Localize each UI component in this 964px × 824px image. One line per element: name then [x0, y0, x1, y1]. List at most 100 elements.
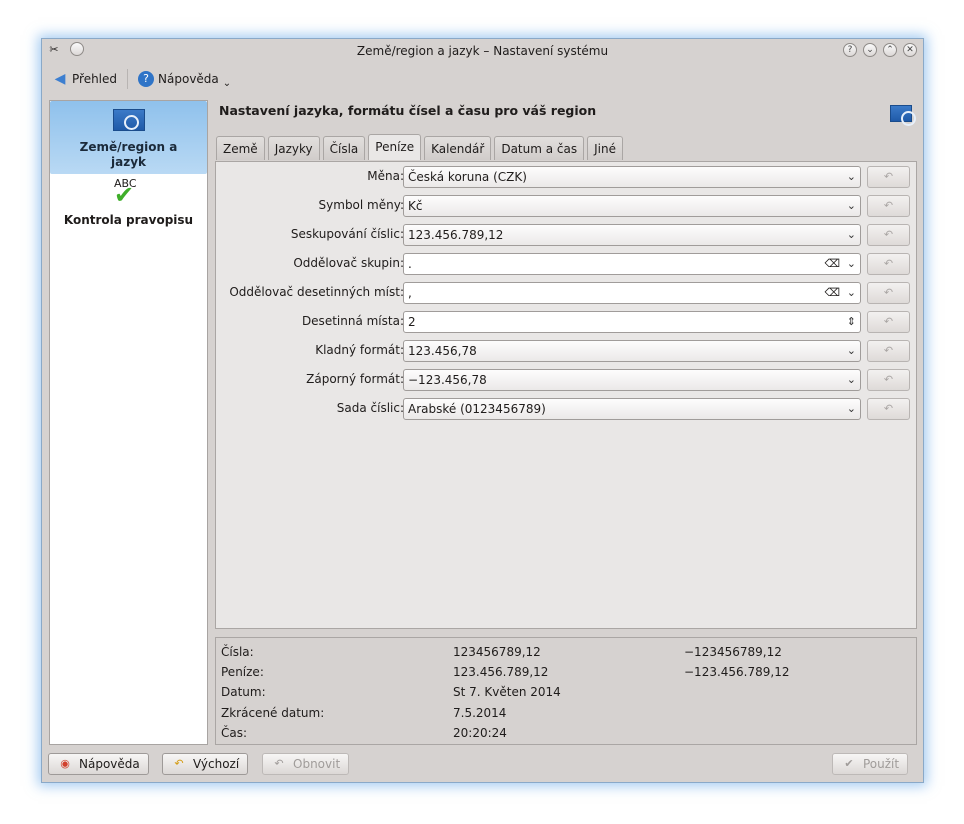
chevron-down-icon: ⌄: [846, 199, 856, 212]
preview-numbers-negative: −123456789,12: [684, 645, 782, 659]
toolbar-separator: [127, 69, 129, 89]
decimal-places-reset-button[interactable]: ↶: [867, 311, 910, 333]
preview-label-time: Čas:: [221, 726, 248, 740]
preview-label-numbers: Čísla:: [221, 645, 254, 659]
chevron-down-icon: ⌄: [846, 170, 856, 183]
form-row-group-separator: Oddělovač skupin: . ⌫ ⌄ ↶: [216, 253, 916, 275]
defaults-icon: ↶: [174, 757, 184, 770]
tools-icon[interactable]: ✂: [46, 42, 62, 58]
preview-time: 20:20:24: [453, 726, 507, 740]
form-row-decimal-separator: Oddělovač desetinných míst: , ⌫ ⌄ ↶: [216, 282, 916, 304]
sidebar-item-region[interactable]: Země/region a jazyk: [50, 101, 207, 174]
money-settings-panel: Měna: Česká koruna (CZK) ⌄ ↶ Symbol měny:…: [215, 161, 917, 629]
group-separator-label: Oddělovač skupin:: [293, 256, 404, 270]
group-separator-reset-button[interactable]: ↶: [867, 253, 910, 275]
decimal-separator-label: Oddělovač desetinných míst:: [229, 285, 404, 299]
spin-arrows-icon[interactable]: ⇕: [847, 312, 856, 332]
help-button-label: Nápověda: [79, 757, 140, 771]
tab-money[interactable]: Peníze: [368, 134, 422, 160]
clear-text-icon[interactable]: ⌫: [824, 254, 840, 274]
decimal-separator-reset-button[interactable]: ↶: [867, 282, 910, 304]
undo-icon: ↶: [274, 757, 284, 770]
tab-numbers[interactable]: Čísla: [322, 136, 366, 160]
tab-bar: Země Jazyky Čísla Peníze Kalendář Datum …: [216, 134, 623, 160]
maximize-icon[interactable]: ⌃: [883, 43, 897, 57]
help-icon[interactable]: ?: [843, 43, 857, 57]
pin-icon[interactable]: [70, 42, 84, 56]
digit-grouping-select[interactable]: 123.456.789,12 ⌄: [403, 224, 861, 246]
chevron-down-icon: ⌄: [846, 344, 856, 357]
currency-label: Měna:: [367, 169, 404, 183]
positive-format-reset-button[interactable]: ↶: [867, 340, 910, 362]
digit-set-reset-button[interactable]: ↶: [867, 398, 910, 420]
decimal-places-spinbox[interactable]: 2 ⇕: [403, 311, 861, 333]
un-flag-icon: [890, 105, 916, 126]
minimize-icon[interactable]: ⌄: [863, 43, 877, 57]
back-arrow-icon: ◀: [54, 71, 66, 87]
form-row-grouping: Seskupování číslic: 123.456.789,12 ⌄ ↶: [216, 224, 916, 246]
tab-country[interactable]: Země: [216, 136, 265, 160]
currency-select[interactable]: Česká koruna (CZK) ⌄: [403, 166, 861, 188]
form-row-symbol: Symbol měny: Kč ⌄ ↶: [216, 195, 916, 217]
help-menu-button[interactable]: ? Nápověda ⌄: [134, 67, 235, 91]
preview-numbers-positive: 123456789,12: [453, 645, 541, 659]
tab-other[interactable]: Jiné: [587, 136, 623, 160]
clear-text-icon[interactable]: ⌫: [824, 283, 840, 303]
symbol-reset-button[interactable]: ↶: [867, 195, 910, 217]
tab-calendar[interactable]: Kalendář: [424, 136, 492, 160]
chevron-down-icon: ⌄: [846, 228, 856, 241]
decimal-separator-value: ,: [408, 286, 412, 300]
apply-button[interactable]: ✔ Použít: [832, 753, 909, 775]
preview-money-positive: 123.456.789,12: [453, 665, 549, 679]
reset-icon: ↶: [883, 344, 894, 357]
decimal-places-label: Desetinná místa:: [301, 314, 404, 328]
un-flag-icon: [112, 109, 145, 131]
defaults-button[interactable]: ↶ Výchozí: [162, 753, 249, 775]
chevron-down-icon[interactable]: ⌄: [847, 254, 856, 274]
format-preview: Čísla: Peníze: Datum: Zkrácené datum: Ča…: [215, 637, 917, 745]
negative-format-reset-button[interactable]: ↶: [867, 369, 910, 391]
button-bar: ◉ Nápověda ↶ Výchozí ↶ Obnovit ✔ Použít: [42, 753, 923, 777]
preview-label-date: Datum:: [221, 685, 266, 699]
reset-icon: ↶: [883, 373, 894, 386]
help-button[interactable]: ◉ Nápověda: [48, 753, 149, 775]
reset-icon: ↶: [883, 228, 894, 241]
decimal-places-value: 2: [408, 315, 416, 329]
decimal-separator-combo[interactable]: , ⌫ ⌄: [403, 282, 861, 304]
tab-date-time[interactable]: Datum a čas: [494, 136, 585, 160]
sidebar-item-label: Kontrola pravopisu: [63, 213, 194, 227]
chevron-down-icon[interactable]: ⌄: [847, 283, 856, 303]
preview-date: St 7. Květen 2014: [453, 685, 561, 699]
digit-set-value: Arabské (0123456789): [408, 402, 546, 416]
preview-short-date: 7.5.2014: [453, 706, 507, 720]
positive-format-value: 123.456,78: [408, 344, 477, 358]
grouping-reset-button[interactable]: ↶: [867, 224, 910, 246]
page-title: Nastavení jazyka, formátu čísel a času p…: [219, 103, 597, 118]
tab-languages[interactable]: Jazyky: [267, 136, 320, 160]
preview-label-short-date: Zkrácené datum:: [221, 706, 325, 720]
sidebar-item-spellcheck[interactable]: ABC ✔ Kontrola pravopisu: [50, 177, 207, 237]
chevron-down-icon: ⌄: [846, 373, 856, 386]
reset-icon: ↶: [883, 257, 894, 270]
form-row-negative-format: Záporný formát: −123.456,78 ⌄ ↶: [216, 369, 916, 391]
group-separator-combo[interactable]: . ⌫ ⌄: [403, 253, 861, 275]
overview-button[interactable]: ◀ Přehled: [48, 67, 121, 91]
currency-reset-button[interactable]: ↶: [867, 166, 910, 188]
window-title: Země/region a jazyk – Nastavení systému: [356, 44, 609, 58]
reset-icon: ↶: [883, 286, 894, 299]
digit-grouping-value: 123.456.789,12: [408, 228, 504, 242]
digit-set-select[interactable]: Arabské (0123456789) ⌄: [403, 398, 861, 420]
form-row-positive-format: Kladný formát: 123.456,78 ⌄ ↶: [216, 340, 916, 362]
negative-format-select[interactable]: −123.456,78 ⌄: [403, 369, 861, 391]
positive-format-select[interactable]: 123.456,78 ⌄: [403, 340, 861, 362]
close-icon[interactable]: ✕: [903, 43, 917, 57]
sidebar-item-label: Země/region a jazyk: [79, 140, 178, 169]
reset-icon: ↶: [883, 402, 894, 415]
digit-set-label: Sada číslic:: [336, 401, 404, 415]
reset-button[interactable]: ↶ Obnovit: [262, 753, 350, 775]
digit-grouping-label: Seskupování číslic:: [290, 227, 404, 241]
defaults-button-label: Výchozí: [193, 757, 240, 771]
currency-symbol-select[interactable]: Kč ⌄: [403, 195, 861, 217]
apply-button-label: Použít: [863, 757, 900, 771]
preview-label-money: Peníze:: [221, 665, 264, 679]
